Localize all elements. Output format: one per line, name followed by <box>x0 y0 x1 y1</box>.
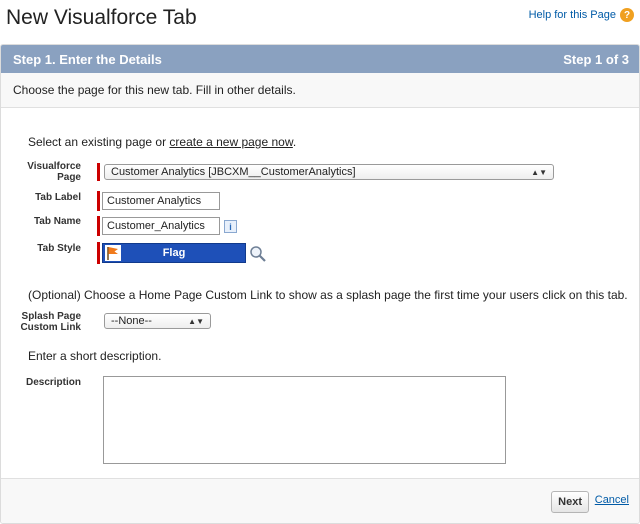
description-prompt: Enter a short description. <box>28 349 162 363</box>
flag-icon <box>105 245 121 261</box>
splash-page-label: Splash Page Custom Link <box>20 311 81 333</box>
instructions: Choose the page for this new tab. Fill i… <box>1 73 639 108</box>
lookup-icon[interactable] <box>249 245 267 263</box>
tab-name-label: Tab Name <box>33 216 81 227</box>
required-indicator <box>97 163 100 181</box>
help-link-group[interactable]: Help for this Page ? <box>529 8 634 22</box>
step-panel: Step 1. Enter the Details Step 1 of 3 Ch… <box>0 44 640 524</box>
create-new-page-link[interactable]: create a new page now <box>169 135 292 149</box>
description-label: Description <box>25 377 81 388</box>
splash-page-select[interactable]: --None-- ▲▼ <box>104 313 211 329</box>
select-prompt-prefix: Select an existing page or <box>28 135 170 149</box>
required-indicator <box>97 191 100 211</box>
description-textarea[interactable] <box>103 376 506 464</box>
tab-style-value: Flag <box>162 247 186 259</box>
splash-page-value: --None-- <box>111 315 152 327</box>
page-title: New Visualforce Tab <box>6 6 197 29</box>
select-prompt: Select an existing page or create a new … <box>28 135 296 149</box>
tab-label-input[interactable]: Customer Analytics <box>102 192 220 210</box>
select-arrows-icon: ▲▼ <box>531 167 547 177</box>
visualforce-page-label: Visualforce Page <box>27 161 81 183</box>
step-indicator: Step 1 of 3 <box>563 51 629 67</box>
cancel-link[interactable]: Cancel <box>595 494 629 506</box>
select-arrows-icon: ▲▼ <box>188 316 204 326</box>
visualforce-page-value: Customer Analytics [JBCXM__CustomerAnaly… <box>111 166 356 178</box>
instructions-text: Choose the page for this new tab. Fill i… <box>13 83 296 97</box>
optional-text: (Optional) Choose a Home Page Custom Lin… <box>28 288 628 302</box>
step-header: Step 1. Enter the Details Step 1 of 3 <box>1 45 639 73</box>
step-title: Step 1. Enter the Details <box>13 51 162 67</box>
help-link[interactable]: Help for this Page <box>529 9 616 21</box>
visualforce-page-select[interactable]: Customer Analytics [JBCXM__CustomerAnaly… <box>104 164 554 180</box>
help-icon[interactable]: ? <box>620 8 634 22</box>
required-indicator <box>97 216 100 236</box>
tab-style-label: Tab Style <box>37 243 81 254</box>
tab-name-input[interactable]: Customer_Analytics <box>102 217 220 235</box>
required-indicator <box>97 242 100 264</box>
next-button[interactable]: Next <box>551 491 589 513</box>
tab-style-swatch[interactable]: Flag <box>102 243 246 263</box>
footer: Next Cancel <box>1 478 639 523</box>
tab-label-label: Tab Label <box>35 192 81 203</box>
select-prompt-suffix: . <box>292 135 297 149</box>
info-icon[interactable]: i <box>224 220 237 233</box>
